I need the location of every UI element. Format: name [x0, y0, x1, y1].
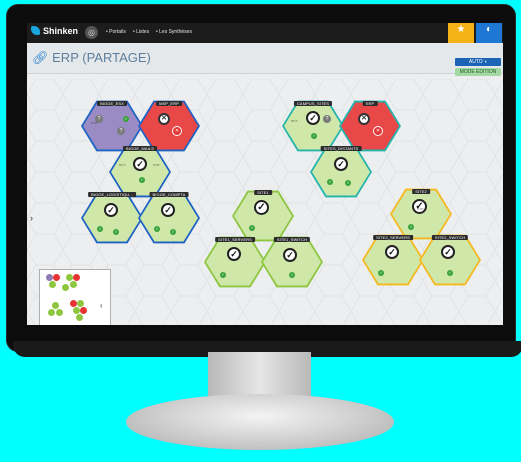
nav-item-label: Portails: [109, 29, 126, 35]
question-icon: ?: [117, 127, 125, 135]
node-label: BIGGE_ESX: [97, 101, 127, 106]
node-detail-text: ━ ━━: [417, 207, 424, 211]
monitor-frame: Shinken ◎ • Portails • Listes • Les Synt…: [6, 4, 521, 357]
check-circle-icon: ✓: [254, 200, 269, 215]
minimap-node: [70, 300, 77, 307]
monitor-stand-base: [126, 394, 394, 450]
menu-circle-button[interactable]: ◎: [85, 26, 98, 39]
shinken-logo-icon: [31, 26, 40, 35]
nav-item-portails[interactable]: • Portails: [106, 29, 126, 35]
check-circle-icon: ✓: [385, 245, 399, 259]
check-circle-icon: ✓: [334, 157, 348, 171]
page-title: 🔗︎ ERP (PARTAGE): [32, 50, 151, 66]
minimap-node: [48, 309, 55, 316]
minimap-node: [46, 274, 53, 281]
top-bar: Shinken ◎ • Portails • Listes • Les Synt…: [27, 23, 503, 43]
minimap-node: [66, 274, 73, 281]
question-icon: ?: [323, 115, 331, 123]
ok-dot-icon: ✓: [378, 270, 384, 276]
brand-name: Shinken: [43, 26, 79, 36]
node-label: SITE2_SWITCH: [431, 235, 469, 240]
x-circle-icon: ✕: [358, 113, 370, 125]
x-circle-icon: ✕: [373, 126, 383, 136]
ok-dot-icon: ✓: [311, 133, 317, 139]
ok-dot-icon: ✓: [170, 229, 176, 235]
ok-dot-icon: ✓: [289, 272, 295, 278]
ok-dot-icon: ✓: [139, 177, 145, 183]
minimap-node: [53, 274, 60, 281]
minimap-collapse-icon[interactable]: ‹: [100, 301, 103, 310]
node-label: SITE1_SERVERS: [215, 237, 255, 242]
ok-dot-icon: ✓: [327, 179, 333, 185]
ok-dot-icon: ✓: [220, 272, 226, 278]
sidebar-expand-icon[interactable]: ›: [30, 213, 33, 223]
node-label: SITES_DISTANTS: [320, 146, 362, 151]
ok-dot-icon: ✓: [123, 116, 129, 122]
ok-dot-icon: ✓: [249, 225, 255, 231]
page-title-text: ERP (PARTAGE): [52, 50, 151, 65]
node-label: BIGGE_LOGISTIQU...: [88, 192, 136, 197]
minimap-node: [76, 314, 83, 321]
minimap-node: [56, 309, 63, 316]
check-circle-icon: ✓: [306, 111, 320, 125]
node-label: MSP_ERP: [156, 101, 182, 106]
minimap-node: [80, 307, 87, 314]
nav-item-syntheses[interactable]: • Les Synthèses: [156, 29, 192, 35]
x-circle-icon: ✕: [158, 113, 170, 125]
node-label: SITE1: [254, 190, 272, 195]
ok-dot-icon: ✓: [345, 180, 351, 186]
favorites-button[interactable]: ★: [448, 23, 474, 43]
nav-item-label: Listes: [136, 29, 150, 35]
x-circle-icon: ✕: [172, 126, 182, 136]
ok-dot-icon: ✓: [408, 224, 414, 230]
star-icon: ★: [456, 24, 466, 35]
minimap-node: [73, 274, 80, 281]
minimap-node: [77, 300, 84, 307]
node-label: BIGGE_MAILS: [123, 146, 157, 151]
check-circle-icon: ✓: [161, 203, 175, 217]
node-label: SITE2: [412, 189, 430, 194]
user-button[interactable]: ◐: [476, 23, 502, 43]
node-detail-text: ━ ━━: [153, 163, 160, 167]
node-detail-text: ━ ━━: [91, 121, 98, 125]
user-icon: ◐: [485, 24, 493, 35]
node-detail-text: ━━ ━: [291, 119, 298, 123]
check-circle-icon: ✓: [133, 157, 147, 171]
check-circle-icon: ✓: [441, 245, 455, 259]
ok-dot-icon: ✓: [113, 229, 119, 235]
node-label: SITE2_SERVERS: [373, 235, 413, 240]
auto-label: AUTO: [468, 59, 483, 65]
node-label: CAMPUS_SITES: [293, 101, 333, 106]
node-label: BIGGE_COMPTA: [149, 192, 189, 197]
ok-dot-icon: ✓: [447, 270, 453, 276]
monitor-stand-neck: [208, 352, 311, 396]
minimap-node: [49, 281, 56, 288]
minimap-node: [73, 307, 80, 314]
minimap-node: [52, 302, 59, 309]
toggle-icon: ◖: [484, 59, 488, 65]
link-icon: 🔗︎: [32, 50, 49, 65]
brand-logo[interactable]: Shinken: [31, 26, 78, 36]
minimap-node: [70, 281, 77, 288]
node-detail-text: ━━ ━: [119, 163, 126, 167]
check-circle-icon: ✓: [104, 203, 118, 217]
screen: Shinken ◎ • Portails • Listes • Les Synt…: [27, 23, 503, 325]
edit-mode-button[interactable]: MODE ÉDITION: [455, 68, 501, 76]
node-label: ERP: [362, 101, 378, 106]
nav-item-label: Les Synthèses: [159, 29, 192, 35]
hex-map-canvas[interactable]: BIGGE_ESX ? ? ✓ MSP_ERP ✕ ✕ BIGGE_MAILS …: [27, 79, 503, 325]
check-circle-icon: ✓: [283, 248, 297, 262]
ok-dot-icon: ✓: [97, 226, 103, 232]
ok-dot-icon: ✓: [154, 226, 160, 232]
nav-item-listes[interactable]: • Listes: [133, 29, 149, 35]
check-circle-icon: ✓: [227, 247, 241, 261]
auto-button[interactable]: AUTO ◖: [455, 58, 501, 66]
minimap[interactable]: [39, 269, 111, 325]
node-label: SITE1_SWITCH: [273, 237, 311, 242]
minimap-node: [62, 284, 69, 291]
